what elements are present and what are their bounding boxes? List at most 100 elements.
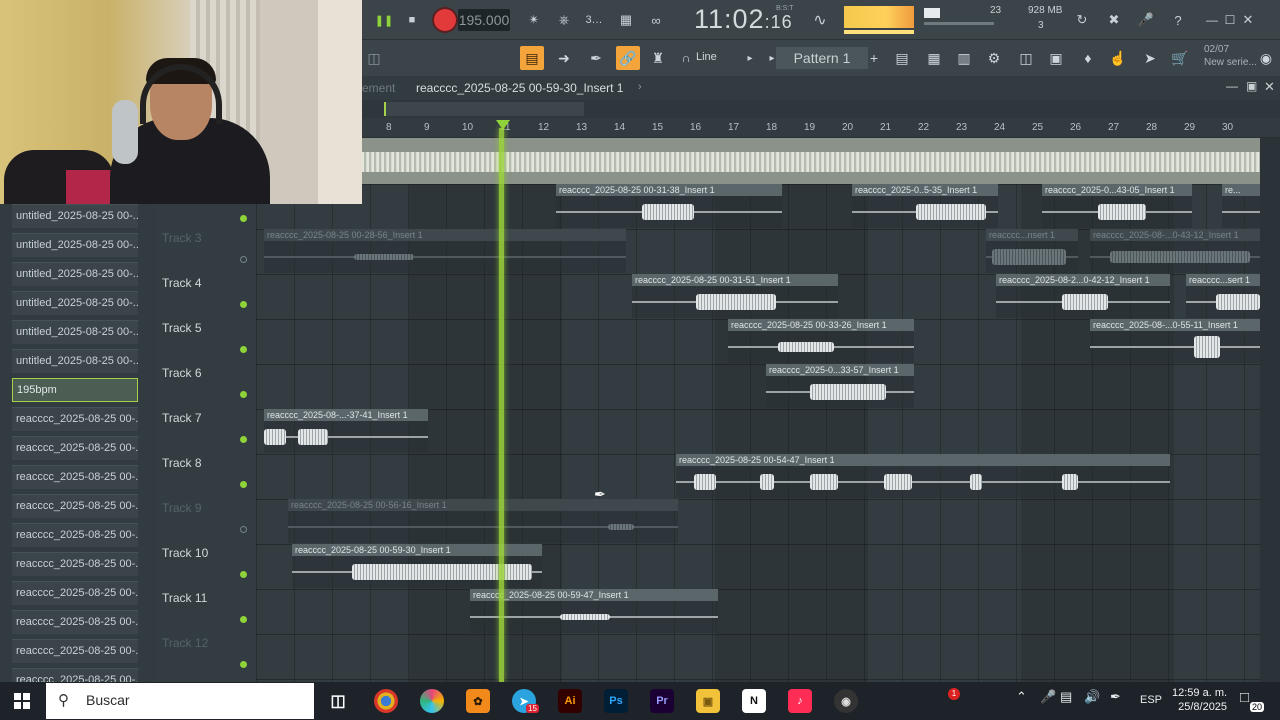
premiere-icon[interactable]: Pr [650, 689, 674, 713]
audio-clip[interactable]: reacccc_2025-08-...0-55-11_Insert 1 [1090, 319, 1260, 363]
tiktok-icon[interactable]: ♪ [788, 689, 812, 713]
taskbar-search[interactable]: ⚲ Buscar [46, 683, 314, 719]
user-avatar-icon[interactable]: ◉ [1254, 46, 1278, 70]
file-explorer-icon[interactable]: ▣ [696, 689, 720, 713]
browser-item[interactable]: reacccc_2025-08-25 00-... [12, 639, 138, 663]
browser-item[interactable]: reacccc_2025-08-25 00-... [12, 610, 138, 634]
browser-item[interactable]: untitled_2025-08-25 00-... [12, 204, 138, 228]
slack-icon[interactable] [420, 689, 444, 713]
news-panel[interactable]: 02/07 New serie... [1204, 43, 1257, 69]
track-mute-led[interactable] [240, 301, 247, 308]
audio-clip[interactable]: reacccc_2025-08-25 00-31-51_Insert 1 [632, 274, 838, 318]
tempo-tap-icon[interactable]: ➤ [1138, 46, 1162, 70]
playlist-maximize-button[interactable]: ▣ [1246, 79, 1257, 93]
snap-dropdown-icon[interactable]: ▸ [738, 46, 762, 70]
track-mute-led[interactable] [240, 346, 247, 353]
plugin-icon[interactable]: ♦ [1076, 46, 1100, 70]
track-mute-led[interactable] [240, 616, 247, 623]
audio-clip[interactable]: reacccc_2025-08-...-37-41_Insert 1 [264, 409, 428, 453]
obs-icon[interactable]: ◉ [834, 689, 858, 713]
audio-clip[interactable]: reacccc_2025-08-25 00-28-56_Insert 1 [264, 229, 626, 273]
metronome-icon[interactable]: ✴ [522, 8, 546, 32]
refresh-icon[interactable]: ↻ [1070, 8, 1094, 32]
audio-clip[interactable]: reacccc_2025-0..5-35_Insert 1 [852, 184, 998, 228]
chrome-icon[interactable] [374, 689, 398, 713]
notion-icon[interactable]: N [742, 689, 766, 713]
playlist-minimize-button[interactable]: — [1226, 79, 1238, 93]
close-button[interactable]: ✕ [1236, 8, 1260, 32]
chain-link-icon[interactable]: 🔗 [616, 46, 640, 70]
track-name[interactable]: Track 10 [162, 546, 208, 560]
track-name[interactable]: Track 4 [162, 276, 202, 290]
windows-start-icon[interactable] [14, 693, 30, 709]
fl-studio-icon[interactable]: ✿ [466, 689, 490, 713]
arrow-right-icon[interactable]: ➜ [552, 46, 576, 70]
blend-notes-icon[interactable]: ▦ [614, 8, 638, 32]
tray-language[interactable]: ESP [1140, 694, 1162, 706]
playhead[interactable] [499, 128, 504, 682]
browser-item[interactable]: reacccc_2025-08-25 00-... [12, 523, 138, 547]
track-mute-led[interactable] [240, 391, 247, 398]
audio-clip[interactable]: reacccc_2025-08-25 00-31-38_Insert 1 [556, 184, 782, 228]
track-name[interactable]: Track 9 [162, 501, 202, 515]
audio-clip[interactable]: reacccc_2025-08-25 00-54-47_Insert 1 [676, 454, 1170, 498]
photoshop-icon[interactable]: Ps [604, 689, 628, 713]
audio-clip[interactable]: reacccc...sert 1 [1186, 274, 1260, 318]
browser-item[interactable]: untitled_2025-08-25 00-... [12, 262, 138, 286]
audio-clip[interactable]: reacccc_2025-08-...0-43-12_Insert 1 [1090, 229, 1260, 273]
task-view-icon[interactable]: ◫ [326, 689, 350, 713]
tray-network-icon[interactable]: ▤ [1060, 689, 1072, 705]
browser-item[interactable]: reacccc_2025-08-25 00-... [12, 465, 138, 489]
add-pattern-button[interactable]: + [862, 46, 886, 70]
track-mute-led[interactable] [240, 571, 247, 578]
audio-clip[interactable]: reacccc_2025-08-25 00-59-47_Insert 1 [470, 589, 718, 633]
track-mute-led[interactable] [240, 661, 247, 668]
magnet-icon[interactable]: ∩ [674, 46, 698, 70]
browser-item[interactable]: reacccc_2025-08-25 00-... [12, 552, 138, 576]
browser-item[interactable]: reacccc_2025-08-25 00-... [12, 436, 138, 460]
record-button[interactable] [434, 9, 456, 31]
mixer-toggle-icon[interactable]: ✖ [1102, 8, 1126, 32]
wait-input-icon[interactable]: ⎈ [552, 8, 576, 32]
track-mute-led[interactable] [240, 481, 247, 488]
track-name[interactable]: Track 6 [162, 366, 202, 380]
mixer-icon[interactable]: ⚙ [982, 46, 1006, 70]
browser-icon[interactable]: ◫ [1014, 46, 1038, 70]
master-audio-track[interactable] [362, 138, 1260, 184]
play-button[interactable]: ❚❚ [372, 8, 396, 32]
tray-chevron-icon[interactable]: ⌃ [1016, 689, 1027, 705]
track-name[interactable]: Track 5 [162, 321, 202, 335]
touch-icon[interactable]: ☝ [1106, 46, 1130, 70]
audio-clip[interactable]: reacccc_2025-0...43-05_Insert 1 [1042, 184, 1192, 228]
song-overview[interactable] [362, 100, 1280, 118]
playlist-mode-icon[interactable]: ▤ [520, 46, 544, 70]
track-mute-led[interactable] [240, 436, 247, 443]
channel-rack-icon[interactable]: ▦ [922, 46, 946, 70]
track-mute-led[interactable] [240, 256, 247, 263]
audio-clip[interactable]: reacccc_2025-08-2...0-42-12_Insert 1 [996, 274, 1170, 318]
file-icon[interactable]: ▣ [1044, 46, 1068, 70]
browser-item[interactable]: untitled_2025-08-25 00-... [12, 320, 138, 344]
track-name[interactable]: Track 7 [162, 411, 202, 425]
help-icon[interactable]: ? [1166, 8, 1190, 32]
track-name[interactable]: Track 12 [162, 636, 208, 650]
playlist-icon[interactable]: ▤ [890, 46, 914, 70]
playlist-grid[interactable]: reacccc_2025-08-25 00-31-38_Insert 1 rea… [256, 184, 1260, 682]
cart-icon[interactable]: 🛒 [1168, 46, 1192, 70]
microphone-icon[interactable]: 🎤 [1134, 8, 1158, 32]
track-mute-led[interactable] [240, 215, 247, 222]
browser-item[interactable]: reacccc_2025-08-25 00-... [12, 494, 138, 518]
snap-icon[interactable]: ◫ [362, 46, 386, 70]
overview-window[interactable] [384, 102, 584, 116]
draw-tool-icon[interactable]: ✒ [584, 46, 608, 70]
tray-volume-icon[interactable]: 🔊 [1084, 689, 1100, 705]
browser-item[interactable]: reacccc_2025-08-25 00-... [12, 581, 138, 605]
tempo-display[interactable]: 195.000 [458, 9, 510, 31]
track-mute-led[interactable] [240, 526, 247, 533]
track-name[interactable]: Track 3 [162, 231, 202, 245]
playlist-close-button[interactable]: ✕ [1264, 79, 1275, 95]
track-name[interactable]: Track 8 [162, 456, 202, 470]
audio-clip[interactable]: reacccc_2025-08-25 00-33-26_Insert 1 [728, 319, 914, 363]
tray-pen-icon[interactable]: ✒ [1110, 689, 1121, 705]
notification-center-icon[interactable]: □ [1240, 689, 1249, 706]
